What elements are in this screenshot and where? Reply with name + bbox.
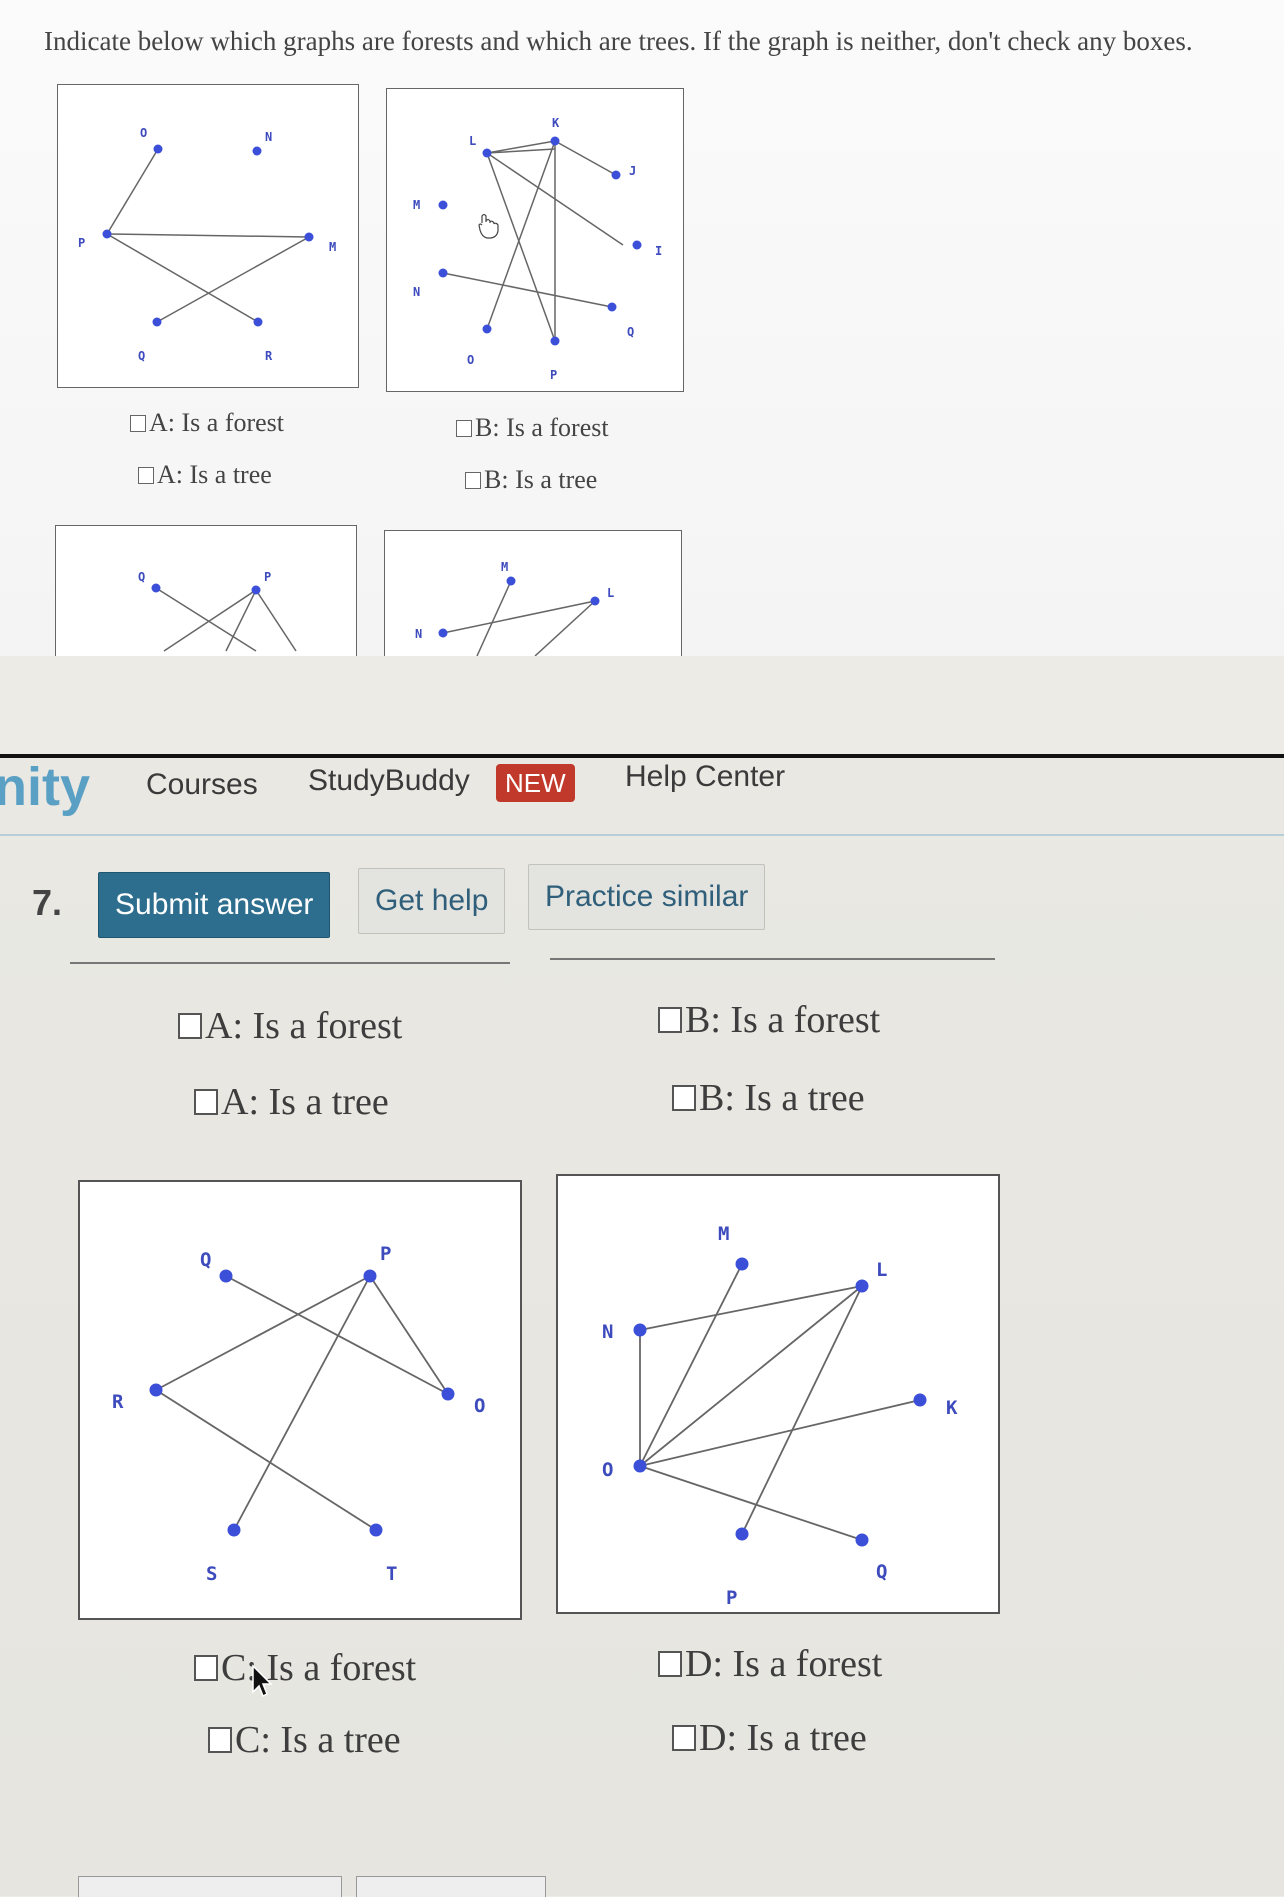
graph-c-svg: Q P R O S T	[112, 1243, 485, 1585]
node-label: J	[629, 164, 636, 178]
node-label: N	[602, 1321, 613, 1343]
next-graph-box-edge	[78, 1876, 342, 1897]
node-label: O	[602, 1459, 613, 1481]
node-label: I	[655, 244, 662, 258]
question-number: 7.	[32, 882, 63, 923]
node-label: P	[726, 1587, 737, 1609]
checkbox-box[interactable]	[658, 1007, 682, 1033]
checkbox-box[interactable]	[138, 466, 154, 484]
top-b-forest-checkbox[interactable]: B: Is a forest	[456, 413, 609, 443]
node-label: S	[206, 1563, 217, 1585]
node-label: N	[265, 130, 272, 144]
node-label: P	[264, 570, 271, 584]
submit-answer-button[interactable]: Submit answer	[98, 872, 331, 938]
bottom-screenshot: nity Courses StudyBuddy NEW Help Center …	[0, 756, 1284, 1897]
checkbox-box[interactable]	[672, 1085, 696, 1111]
graph-d-svg: M L N K O Q P	[602, 1223, 958, 1609]
top-navigation: nity Courses StudyBuddy NEW Help Center	[0, 756, 1284, 836]
a-tree-checkbox[interactable]: A: Is a tree	[194, 1080, 389, 1124]
hand-cursor-icon	[478, 213, 499, 239]
graph-b-box-bottom-edge	[550, 958, 995, 960]
node-label: Q	[138, 349, 145, 363]
next-graph-box-edge	[356, 1876, 546, 1897]
checkbox-box[interactable]	[194, 1089, 218, 1115]
graph-c-top-svg: Q P	[138, 570, 297, 652]
node-label: R	[265, 349, 273, 363]
checkbox-box[interactable]	[672, 1725, 696, 1751]
nav-courses-link[interactable]: Courses	[146, 768, 258, 802]
checkbox-box[interactable]	[194, 1655, 218, 1681]
node-label: T	[386, 1563, 397, 1585]
node-label: R	[112, 1391, 124, 1413]
b-tree-checkbox[interactable]: B: Is a tree	[672, 1076, 865, 1120]
node-label: P	[78, 236, 85, 250]
node-label: P	[550, 368, 557, 382]
node-label: M	[413, 198, 420, 212]
nav-help-center-link[interactable]: Help Center	[625, 760, 785, 794]
graph-d-top-svg: M N L	[415, 560, 614, 656]
graph-b-top: L K J M I N O P Q	[386, 88, 684, 392]
top-a-tree-checkbox[interactable]: A: Is a tree	[138, 460, 272, 490]
graph-d-top-partial: M N L	[384, 530, 682, 656]
node-label: O	[140, 126, 147, 140]
graph-a-box-bottom-edge	[70, 962, 510, 964]
checkbox-box[interactable]	[456, 419, 472, 437]
node-label: P	[380, 1243, 391, 1265]
node-label: Q	[138, 570, 145, 584]
checkbox-box[interactable]	[130, 414, 146, 432]
d-tree-checkbox[interactable]: D: Is a tree	[672, 1716, 867, 1760]
node-label: M	[501, 560, 508, 574]
get-help-button[interactable]: Get help	[358, 868, 506, 934]
top-screenshot: Indicate below which graphs are forests …	[0, 0, 1284, 656]
new-badge: NEW	[496, 764, 575, 802]
d-forest-checkbox[interactable]: D: Is a forest	[658, 1642, 882, 1686]
a-forest-checkbox[interactable]: A: Is a forest	[178, 1004, 402, 1048]
instructions-text: Indicate below which graphs are forests …	[44, 26, 1193, 56]
checkbox-box[interactable]	[658, 1651, 682, 1677]
node-label: K	[552, 116, 560, 130]
nav-studybuddy-link[interactable]: StudyBuddy	[308, 764, 470, 798]
graph-d: M L N K O Q P	[556, 1174, 1000, 1614]
graph-c: Q P R O S T	[78, 1180, 522, 1620]
node-label: N	[415, 627, 422, 641]
node-label: Q	[200, 1249, 211, 1271]
graph-a-top-svg: O N P M Q R	[78, 126, 336, 363]
c-tree-checkbox[interactable]: C: Is a tree	[208, 1718, 401, 1762]
node-label: M	[329, 240, 336, 254]
checkbox-box[interactable]	[178, 1013, 202, 1039]
practice-similar-button[interactable]: Practice similar	[528, 864, 766, 930]
node-label: Q	[876, 1561, 887, 1583]
node-label: Q	[627, 325, 634, 339]
node-label: M	[718, 1223, 729, 1245]
graph-a-top: O N P M Q R	[57, 84, 359, 388]
site-logo[interactable]: nity	[0, 756, 90, 818]
node-label: K	[946, 1397, 958, 1419]
node-label: L	[469, 134, 476, 148]
graph-b-top-svg: L K J M I N O P Q	[413, 116, 662, 382]
node-label: O	[474, 1395, 485, 1417]
top-a-forest-checkbox[interactable]: A: Is a forest	[130, 408, 284, 438]
checkbox-box[interactable]	[208, 1727, 232, 1753]
node-label: N	[413, 285, 420, 299]
b-forest-checkbox[interactable]: B: Is a forest	[658, 998, 880, 1042]
node-label: O	[467, 353, 474, 367]
checkbox-box[interactable]	[465, 471, 481, 489]
graph-c-top-partial: Q P	[55, 525, 357, 656]
mouse-pointer-icon	[252, 1664, 273, 1698]
top-b-tree-checkbox[interactable]: B: Is a tree	[465, 465, 597, 495]
node-label: L	[876, 1259, 887, 1281]
node-label: L	[607, 586, 614, 600]
c-forest-checkbox[interactable]: C: Is a forest	[194, 1646, 416, 1690]
